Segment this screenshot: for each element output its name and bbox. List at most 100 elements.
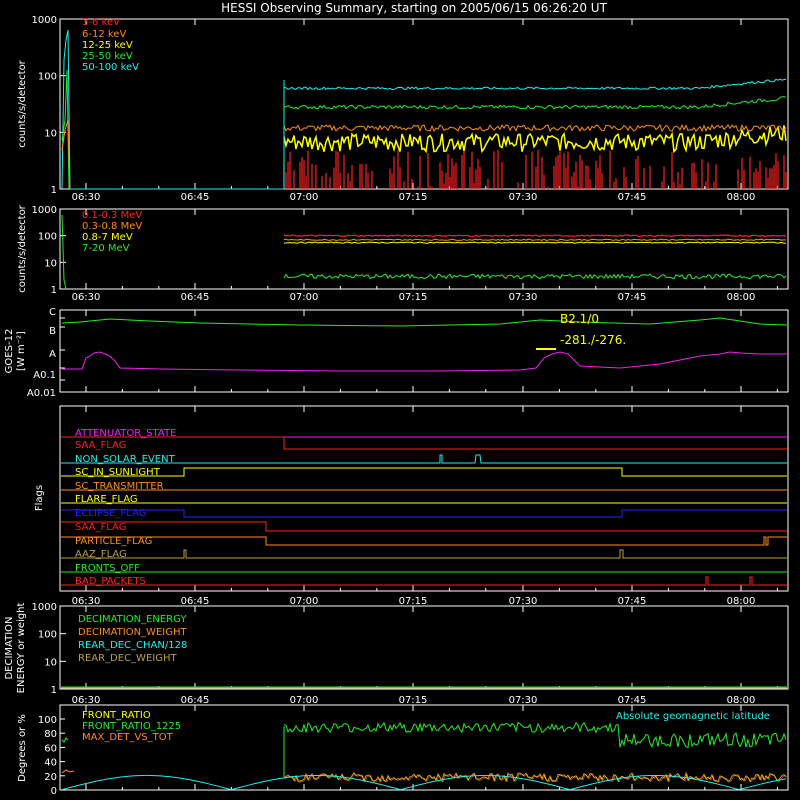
goes-class-annotation: B2.1/0: [560, 312, 599, 326]
x-tick-label: 06:45: [181, 596, 210, 607]
x-tick-label: 07:30: [509, 292, 538, 303]
x-tick-label: 07:45: [618, 596, 647, 607]
legend-item: FRONT_RATIO_1225: [82, 721, 181, 732]
series-front-ratio-1225: [283, 721, 787, 748]
x-tick-label: 07:15: [399, 695, 428, 706]
y-axis-label: GOES-12: [4, 329, 15, 374]
legend-item: 0.8-7 MeV: [82, 232, 133, 243]
y-tick-label: A: [49, 349, 56, 360]
y-axis-label: Degrees or %: [17, 714, 28, 782]
series-12-25kev: [283, 125, 787, 154]
y-tick-label: 10: [44, 657, 57, 668]
x-tick-label: 06:30: [72, 695, 101, 706]
x-tick-label: 07:30: [509, 192, 538, 203]
x-tick-label: 07:15: [399, 596, 428, 607]
y-tick-label: 100: [38, 630, 57, 641]
y-tick-label: C: [49, 307, 56, 318]
flag-labels: ATTENUATOR_STATE SAA_FLAG NON_SOLAR_EVEN…: [75, 428, 176, 587]
flag-label: SAA_FLAG: [75, 440, 126, 451]
series-50-100kev: [283, 78, 787, 91]
legend-item: 50-100 keV: [82, 62, 139, 73]
x-tick-label: 08:00: [727, 292, 756, 303]
series-6-12kev: [283, 123, 787, 133]
y-tick-label: 1: [51, 285, 57, 296]
flag-label: ECLIPSE_FLAG: [75, 508, 146, 519]
axis-ticks: [60, 18, 778, 791]
flag-label: NON_SOLAR_EVENT: [75, 454, 176, 465]
y-tick-label: 100: [38, 72, 57, 83]
x-tick-label: 06:30: [72, 596, 101, 607]
goes-position-annotation: -281./-276.: [560, 333, 626, 347]
chart-marks: [61, 29, 788, 791]
legend-item: FRONT_RATIO: [82, 710, 151, 721]
y-tick-label: 100: [38, 715, 57, 726]
series-0.1-0.3mev: [283, 234, 787, 238]
legend-item: 25-50 keV: [82, 51, 133, 62]
x-tick-label: 08:00: [727, 695, 756, 706]
flag-line: [61, 576, 787, 586]
x-tick-label: 07:00: [290, 192, 319, 203]
flag-line: [61, 549, 787, 559]
x-tick-label: 06:30: [72, 192, 101, 203]
flag-label: SC_TRANSMITTER: [75, 481, 164, 492]
x-tick-label: 07:45: [618, 192, 647, 203]
x-tick-label: 06:45: [181, 192, 210, 203]
flag-line: [61, 536, 787, 546]
y-axis-label: ENERGY or weight: [16, 603, 27, 694]
panel-energy-low-legend: 3-6 keV 6-12 keV 12-25 keV 25-50 keV 50-…: [82, 17, 139, 73]
y-tick-label: 0: [51, 786, 57, 797]
x-tick-label: 07:30: [509, 596, 538, 607]
y-tick-label: A0.01: [27, 388, 56, 399]
flag-line: [61, 521, 787, 532]
x-tick-label: 07:45: [618, 292, 647, 303]
x-tick-label: 07:30: [509, 695, 538, 706]
flag-label: FLARE_FLAG: [75, 494, 138, 505]
goes-long-line: [61, 317, 788, 327]
series-3-6kev: [283, 149, 787, 189]
x-tick-label: 06:45: [181, 292, 210, 303]
y-axis-label: [W m⁻²]: [16, 331, 27, 371]
legend-item: DECIMATION_ENERGY: [78, 614, 187, 625]
panel-energy-high-legend: 0.1-0.3 MeV 0.3-0.8 MeV 0.8-7 MeV 7-20 M…: [82, 210, 142, 254]
x-tick-label: 07:15: [399, 292, 428, 303]
panel-goes-frame: [59, 309, 789, 393]
legend-item: REAR_DEC_CHAN/128: [78, 640, 187, 651]
series-geomagnetic-latitude: [61, 774, 787, 791]
y-tick-label: 1: [51, 685, 57, 696]
x-tick-label: 08:00: [727, 192, 756, 203]
legend-item: REAR_DEC_WEIGHT: [78, 653, 177, 664]
flag-label: AAZ_FLAG: [75, 549, 127, 560]
series-7-20mev: [283, 273, 787, 280]
x-tick-label: 06:45: [181, 695, 210, 706]
flag-label: PARTICLE_FLAG: [75, 536, 152, 547]
figure-title: HESSI Observing Summary, starting on 200…: [221, 1, 607, 15]
y-tick-label: A0.1: [33, 370, 56, 381]
series-line: [61, 737, 69, 743]
decimation-legend: DECIMATION_ENERGY DECIMATION_WEIGHT REAR…: [78, 614, 187, 664]
legend-item: 12-25 keV: [82, 40, 133, 51]
y-tick-label: 1: [51, 185, 57, 196]
series-0.3-0.8mev: [283, 238, 787, 241]
y-tick-label: 10: [44, 258, 57, 269]
y-axis-label: Flags: [34, 485, 45, 511]
flag-label: FRONTS_OFF: [75, 563, 140, 574]
y-tick-label: 100: [38, 232, 57, 243]
y-tick-label: 40: [44, 758, 57, 769]
x-tick-label: 07:15: [399, 192, 428, 203]
series-0.8-7mev: [283, 241, 787, 244]
legend-item: DECIMATION_WEIGHT: [78, 627, 187, 638]
hessi-summary-figure: HESSI Observing Summary, starting on 200…: [4, 1, 789, 797]
legend-item: MAX_DET_VS_TOT: [82, 732, 174, 743]
y-axis-label: counts/s/detector: [17, 204, 28, 292]
flag-line: [61, 467, 787, 477]
y-tick-label: 1000: [32, 205, 57, 216]
legend-item: 7-20 MeV: [82, 243, 130, 254]
goes-short-line: [62, 351, 787, 372]
series-25-50kev: [283, 96, 787, 110]
y-tick-label: 20: [44, 772, 57, 783]
series-line: [61, 769, 75, 774]
flag-label: BAD_PACKETS: [75, 576, 146, 587]
x-tick-label: 07:00: [290, 695, 319, 706]
legend-item: 0.1-0.3 MeV: [82, 210, 142, 221]
legend-item: 0.3-0.8 MeV: [82, 221, 142, 232]
